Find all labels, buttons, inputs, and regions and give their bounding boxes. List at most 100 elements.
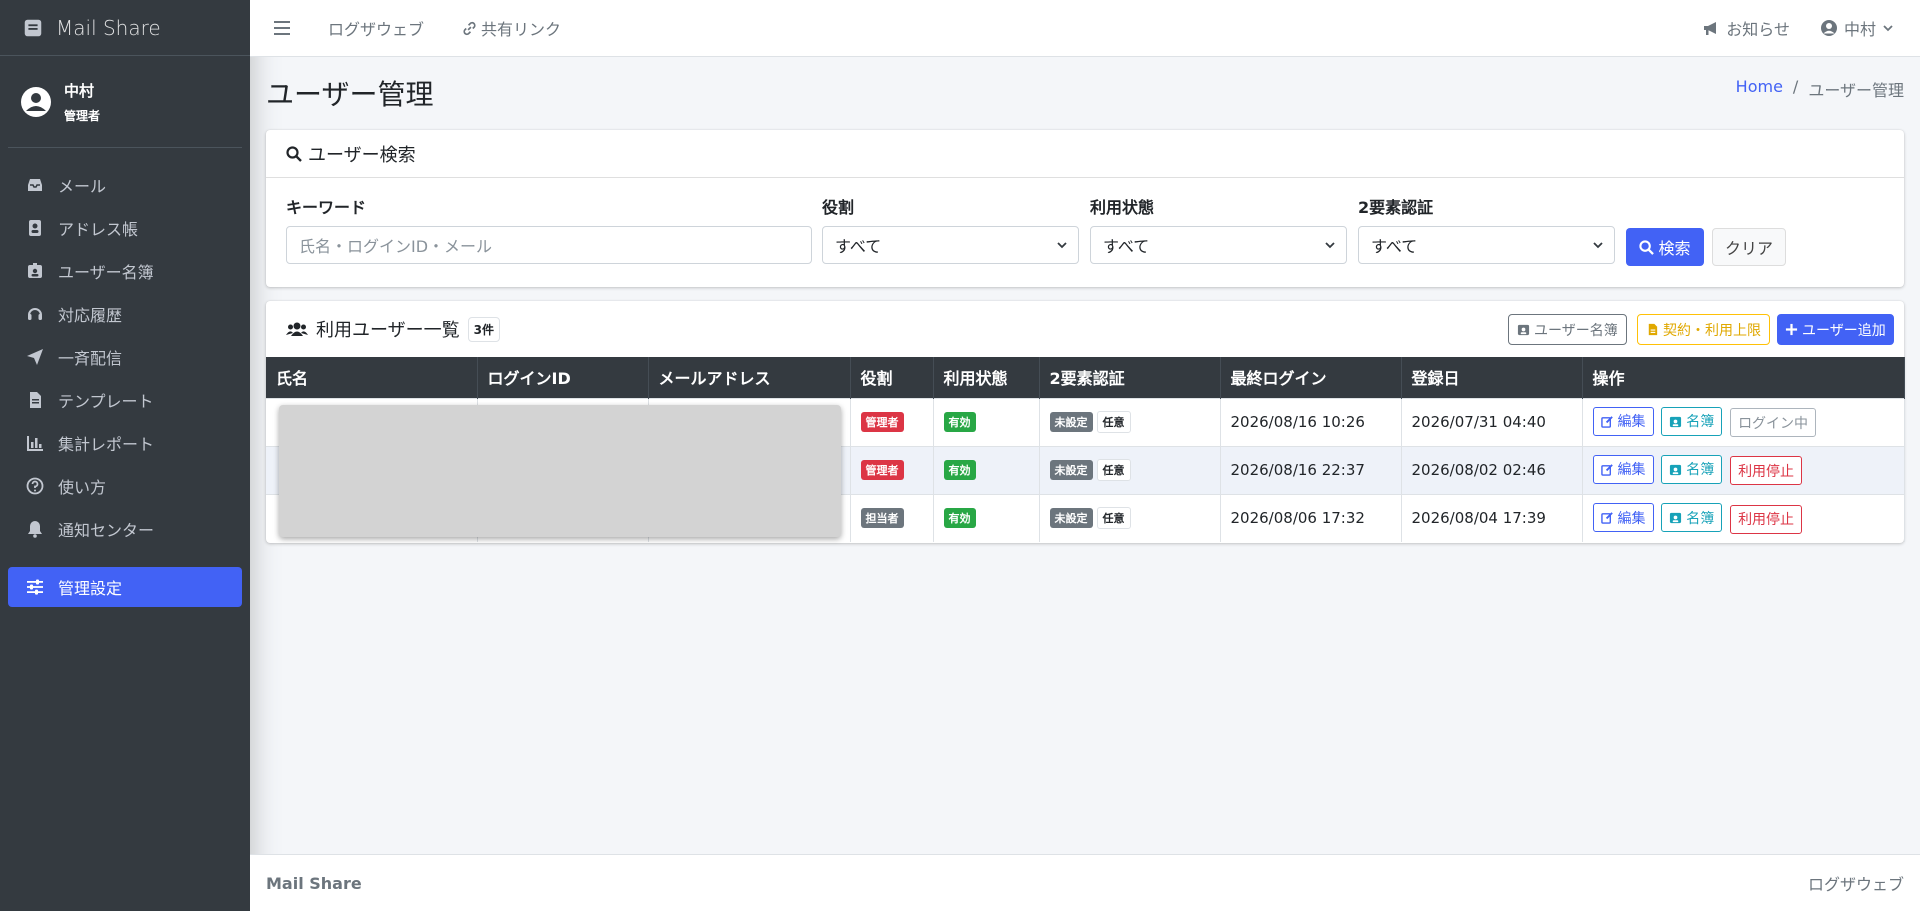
clear-button[interactable]: クリア <box>1712 228 1786 266</box>
sidebar-item-help[interactable]: 使い方 <box>8 466 242 506</box>
address-book-icon <box>29 220 41 236</box>
sidebar-item-label: ユーザー名簿 <box>58 263 154 282</box>
sidebar-item-label: 管理設定 <box>58 579 123 598</box>
twofa-optional-badge: 任意 <box>1096 459 1131 481</box>
keyword-label: キーワード <box>286 198 367 217</box>
roster-button[interactable]: 名簿 <box>1661 406 1723 436</box>
sidebar-item-notification[interactable]: 通知センター <box>8 509 242 549</box>
column-header-name[interactable]: 氏名 <box>266 357 478 398</box>
list-card-header: 利用ユーザー一覧 3件 ユーザー名簿 契約・利用上限 ユーザー追加 <box>266 301 1904 357</box>
user-dropdown[interactable]: 中村 <box>1820 16 1894 40</box>
column-header-email[interactable]: メールアドレス <box>648 357 851 398</box>
logged-in-button[interactable]: ログイン中 <box>1730 408 1817 438</box>
sidebar-item-broadcast[interactable]: 一斉配信 <box>8 337 242 377</box>
brand-link[interactable]: Mail Share <box>0 0 250 56</box>
user-count-badge: 3件 <box>467 316 500 342</box>
breadcrumb-current: ユーザー管理 <box>1808 81 1904 100</box>
sidebar-item-label: アドレス帳 <box>58 220 139 239</box>
role-field-group: 役割 すべて <box>822 194 1079 264</box>
notice-label: お知らせ <box>1726 20 1790 39</box>
twofa-optional-badge: 任意 <box>1096 507 1131 530</box>
roster-button-label: 名簿 <box>1686 414 1715 431</box>
column-header-role[interactable]: 役割 <box>850 357 934 398</box>
suspend-button[interactable]: 利用停止 <box>1730 456 1803 486</box>
user-name: 中村 <box>64 81 95 100</box>
cell-actions: 編集 名簿 利用停止 <box>1582 445 1905 494</box>
cell-registered: 2026/08/04 17:39 <box>1401 493 1583 542</box>
column-header-last-login[interactable]: 最終ログイン <box>1220 357 1402 398</box>
footer-link[interactable]: ログザウェブ <box>1808 871 1904 895</box>
cell-twofa: 未設定 任意 <box>1039 493 1221 542</box>
edit-button[interactable]: 編集 <box>1592 454 1654 484</box>
sidebar-item-template[interactable]: テンプレート <box>8 380 242 420</box>
twofa-select[interactable]: すべて <box>1358 226 1615 264</box>
id-badge-icon <box>28 263 42 278</box>
chevron-down-icon <box>1325 242 1335 249</box>
mail-box-icon <box>24 19 42 36</box>
roster-button[interactable]: 名簿 <box>1661 454 1723 484</box>
status-field-group: 利用状態 すべて <box>1090 194 1347 264</box>
role-select-value: すべて <box>835 237 882 256</box>
column-header-login-id[interactable]: ログインID <box>477 357 649 398</box>
contract-limit-button[interactable]: 契約・利用上限 <box>1637 314 1770 345</box>
search-button[interactable]: 検索 <box>1626 228 1704 266</box>
sliders-icon <box>27 579 43 595</box>
footer: Mail Share ログザウェブ <box>250 854 1920 911</box>
edit-icon <box>1600 463 1613 476</box>
role-badge: 担当者 <box>860 508 904 529</box>
brand-name: Mail Share <box>56 15 161 40</box>
users-icon <box>286 322 308 336</box>
notice-link[interactable]: お知らせ <box>1702 16 1790 40</box>
cell-role: 担当者 <box>850 493 934 542</box>
add-user-button[interactable]: ユーザー追加 <box>1777 314 1894 345</box>
edit-button[interactable]: 編集 <box>1592 406 1654 436</box>
user-roster-button[interactable]: ユーザー名簿 <box>1508 314 1627 345</box>
id-badge-icon <box>1670 416 1682 427</box>
sidebar-item-admin-settings[interactable]: 管理設定 <box>8 567 242 607</box>
sidebar-item-user-roster[interactable]: ユーザー名簿 <box>8 251 242 291</box>
search-icon <box>1639 239 1655 255</box>
role-label: 役割 <box>822 198 855 217</box>
sidebar-item-label: 通知センター <box>58 521 155 540</box>
cell-last-login: 2026/08/16 10:26 <box>1220 397 1402 446</box>
column-header-status[interactable]: 利用状態 <box>933 357 1040 398</box>
cell-role: 管理者 <box>850 445 934 494</box>
id-badge-icon <box>1670 512 1682 524</box>
list-card-title: 利用ユーザー一覧 <box>316 320 460 341</box>
status-select[interactable]: すべて <box>1090 226 1347 264</box>
status-label: 利用状態 <box>1090 198 1155 217</box>
role-badge: 管理者 <box>860 460 904 480</box>
nav-link-logzaweb[interactable]: ログザウェブ <box>328 16 424 40</box>
sidebar-item-report[interactable]: 集計レポート <box>8 423 242 463</box>
roster-button[interactable]: 名簿 <box>1661 503 1723 532</box>
roster-button-label: 名簿 <box>1686 462 1715 479</box>
twofa-select-value: すべて <box>1371 237 1418 256</box>
user-role: 管理者 <box>64 108 101 123</box>
plus-icon <box>1785 323 1798 336</box>
bell-icon <box>28 521 42 538</box>
edit-button[interactable]: 編集 <box>1592 503 1654 532</box>
role-select[interactable]: すべて <box>822 226 1079 264</box>
user-panel[interactable]: 中村 管理者 <box>8 56 242 148</box>
column-header-registered[interactable]: 登録日 <box>1401 357 1583 398</box>
breadcrumb: Home / ユーザー管理 <box>1736 77 1904 101</box>
file-icon <box>30 392 41 408</box>
column-header-twofa[interactable]: 2要素認証 <box>1039 357 1221 398</box>
sidebar-item-history[interactable]: 対応履歴 <box>8 294 242 334</box>
headset-icon <box>28 308 42 320</box>
role-badge: 管理者 <box>860 412 904 432</box>
keyword-field-group: キーワード 氏名・ログインID・メール <box>286 194 812 264</box>
sidebar-item-mail[interactable]: メール <box>8 165 242 205</box>
cell-actions: 編集 名簿 利用停止 <box>1582 493 1905 542</box>
nav-link-shared-link[interactable]: 共有リンク <box>462 16 561 40</box>
file-icon <box>1648 323 1658 336</box>
nav-link-label: 共有リンク <box>481 20 562 39</box>
breadcrumb-home[interactable]: Home <box>1736 77 1783 101</box>
hamburger-menu-icon[interactable] <box>274 21 290 35</box>
suspend-button[interactable]: 利用停止 <box>1730 504 1803 534</box>
cell-twofa: 未設定 任意 <box>1039 445 1221 494</box>
sidebar: Mail Share 中村 管理者 メール アドレス帳 ユーザー名簿 対応履歴 … <box>0 0 250 911</box>
keyword-input[interactable]: 氏名・ログインID・メール <box>286 226 812 264</box>
megaphone-icon <box>1704 22 1717 35</box>
sidebar-item-address-book[interactable]: アドレス帳 <box>8 208 242 248</box>
